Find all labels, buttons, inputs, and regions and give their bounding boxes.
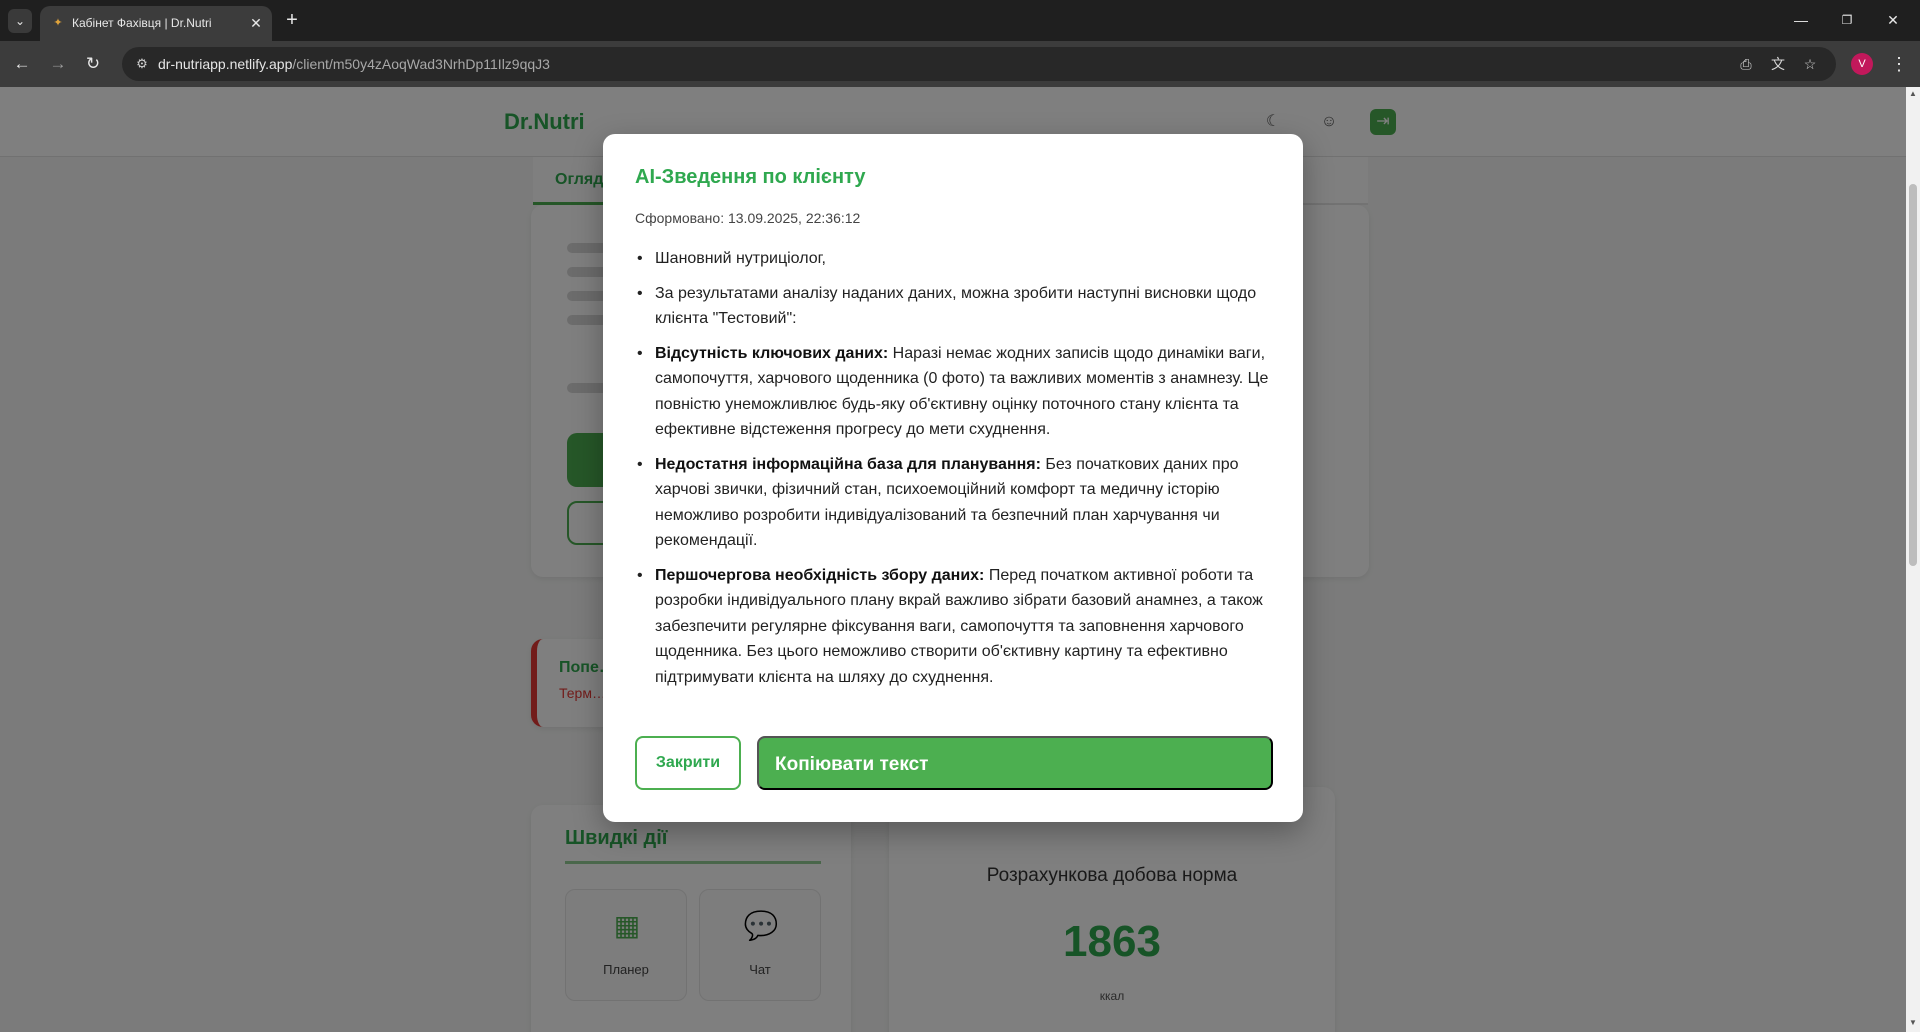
star-icon[interactable]: ☆ [1798, 52, 1822, 76]
summary-item-heading: Першочергова необхідність збору даних: [655, 566, 985, 584]
ai-summary-modal: AI-Зведення по клієнту Сформовано: 13.09… [603, 134, 1303, 822]
summary-item: Недостатня інформаційна база для планува… [635, 452, 1273, 554]
restore-icon[interactable]: ❐ [1824, 8, 1870, 32]
minimize-icon[interactable]: — [1778, 8, 1824, 32]
reload-icon[interactable]: ↻ [80, 51, 106, 77]
favicon-icon: ✦ [53, 17, 63, 29]
tune-icon[interactable]: ⚙ [130, 52, 154, 76]
tab-title: Кабінет Фахівця | Dr.Nutri [72, 16, 212, 30]
summary-item: Шановний нутриціолог, [635, 246, 1273, 272]
summary-item: Першочергова необхідність збору даних: П… [635, 563, 1273, 691]
install-app-icon[interactable]: ⎙ [1734, 52, 1758, 76]
summary-item: Відсутність ключових даних: Наразі немає… [635, 341, 1273, 443]
modal-title: AI-Зведення по клієнту [635, 166, 866, 188]
address-bar[interactable]: ⚙ dr-nutriapp.netlify.app/client/m50y4zA… [122, 47, 1836, 81]
translate-icon[interactable]: 文 [1766, 52, 1790, 76]
summary-list: Шановний нутриціолог, За результатами ан… [635, 246, 1273, 699]
profile-avatar[interactable]: V [1851, 53, 1873, 75]
summary-item-heading: Недостатня інформаційна база для планува… [655, 455, 1041, 473]
url-text[interactable]: dr-nutriapp.netlify.app/client/m50y4zAoq… [158, 56, 550, 72]
close-button[interactable]: Закрити [635, 736, 741, 790]
page-scrollbar[interactable]: ▲ ▼ [1906, 87, 1920, 1032]
close-window-icon[interactable]: ✕ [1870, 8, 1916, 32]
scroll-up-icon[interactable]: ▲ [1909, 90, 1917, 98]
summary-item-heading: Відсутність ключових даних: [655, 344, 889, 362]
scroll-down-icon[interactable]: ▼ [1909, 1019, 1917, 1027]
copy-text-button[interactable]: Копіювати текст [757, 736, 1273, 790]
arrow-right-icon[interactable]: → [45, 51, 71, 77]
browser-tab-bar: ⌄ ✦ Кабінет Фахівця | Dr.Nutri ✕ + — ❐ ✕ [0, 0, 1920, 41]
close-icon[interactable]: ✕ [246, 13, 266, 33]
plus-icon[interactable]: + [280, 9, 304, 33]
summary-item: За результатами аналізу наданих даних, м… [635, 281, 1273, 332]
chevron-down-icon[interactable]: ⌄ [8, 9, 32, 33]
browser-toolbar: ← → ↻ ⚙ dr-nutriapp.netlify.app/client/m… [0, 41, 1920, 87]
arrow-left-icon[interactable]: ← [9, 51, 35, 77]
kebab-menu-icon[interactable]: ⋮ [1886, 51, 1912, 77]
browser-tab[interactable]: ✦ Кабінет Фахівця | Dr.Nutri ✕ [40, 6, 272, 41]
scrollbar-thumb[interactable] [1909, 184, 1917, 566]
generated-timestamp: Сформовано: 13.09.2025, 22:36:12 [635, 210, 861, 226]
